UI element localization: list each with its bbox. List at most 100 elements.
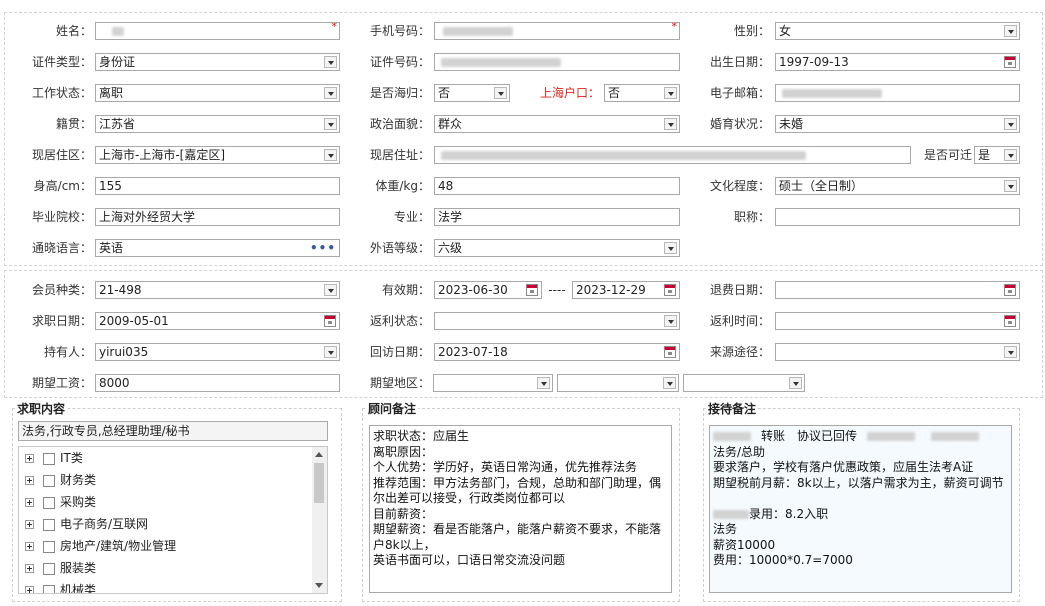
origin-select[interactable]: 江苏省 (95, 115, 340, 133)
expand-icon[interactable] (25, 586, 34, 593)
expand-icon[interactable] (25, 564, 34, 573)
tree-item[interactable]: 房地产/建筑/物业管理 (25, 535, 176, 557)
height-input[interactable]: 155 (95, 177, 340, 195)
holder-select[interactable]: yirui035 (95, 343, 340, 361)
weight-input[interactable]: 48 (434, 177, 680, 195)
source-select[interactable] (775, 343, 1020, 361)
current-address-input[interactable] (434, 146, 911, 164)
expand-icon[interactable] (25, 520, 34, 529)
expand-icon[interactable] (25, 498, 34, 507)
chevron-down-icon[interactable] (789, 377, 802, 389)
weight-value: 48 (438, 179, 454, 193)
political-select[interactable]: 群众 (434, 115, 680, 133)
calendar-icon[interactable] (1004, 284, 1016, 296)
work-status-select[interactable]: 离职 (95, 84, 340, 102)
calendar-icon[interactable] (1004, 56, 1016, 68)
checkbox[interactable] (43, 518, 55, 531)
name-input[interactable]: * (95, 22, 340, 40)
chevron-down-icon[interactable] (1004, 149, 1017, 161)
chevron-down-icon[interactable] (324, 87, 337, 99)
calendar-icon[interactable] (1004, 315, 1016, 327)
chevron-down-icon[interactable] (664, 87, 677, 99)
tree-item[interactable]: 机械类 (25, 579, 96, 593)
language-input[interactable]: 英语 ••• (95, 239, 340, 257)
consultant-notes-textarea[interactable]: 求职状态：应届生 离职原因： 个人优势：学历好，英语日常沟通，优先推荐法务 推荐… (369, 425, 672, 593)
expand-icon[interactable] (25, 454, 34, 463)
expected-area-city-select[interactable] (557, 374, 679, 392)
calendar-icon[interactable] (324, 315, 336, 327)
chevron-down-icon[interactable] (664, 315, 677, 327)
chevron-down-icon[interactable] (537, 377, 550, 389)
birth-date-input[interactable]: 1997-09-13 (775, 53, 1020, 71)
weight-label: 体重/kg： (375, 179, 430, 193)
chevron-down-icon[interactable] (324, 56, 337, 68)
calendar-icon[interactable] (664, 284, 676, 296)
checkbox[interactable] (43, 562, 55, 575)
tree-scrollbar[interactable] (312, 447, 327, 593)
expected-area-province-select[interactable] (433, 374, 553, 392)
expand-icon[interactable] (25, 542, 34, 551)
tree-item[interactable]: 电子商务/互联网 (25, 513, 148, 535)
title-input[interactable] (775, 208, 1020, 226)
chevron-down-icon[interactable] (324, 149, 337, 161)
calendar-icon[interactable] (526, 284, 538, 296)
email-input[interactable] (775, 84, 1020, 102)
checkbox[interactable] (43, 496, 55, 509)
title-label: 职称： (733, 210, 770, 224)
checkbox[interactable] (43, 540, 55, 553)
reception-notes-textarea[interactable]: 转账 协议已回传 法务/总助 要求落户，学校有落户优惠政策，应届生法考A证 期望… (709, 425, 1012, 593)
shanghai-hukou-select[interactable]: 否 (604, 84, 680, 102)
member-type-select[interactable]: 21-498 (95, 281, 340, 299)
id-number-input[interactable] (434, 53, 680, 71)
expected-salary-input[interactable]: 8000 (95, 374, 340, 392)
tree-item[interactable]: 采购类 (25, 491, 96, 513)
scroll-up-icon[interactable] (315, 452, 323, 457)
rebate-status-select[interactable] (434, 312, 680, 330)
chevron-down-icon[interactable] (1004, 25, 1017, 37)
tree-item[interactable]: 财务类 (25, 469, 96, 491)
scroll-down-icon[interactable] (315, 583, 323, 588)
chevron-down-icon[interactable] (324, 284, 337, 296)
language-level-select[interactable]: 六级 (434, 239, 680, 257)
expected-area-district-select[interactable] (683, 374, 805, 392)
valid-from-input[interactable]: 2023-06-30 (434, 281, 542, 299)
checkbox[interactable] (43, 452, 55, 465)
phone-input[interactable]: * (434, 22, 680, 40)
gender-select[interactable]: 女 (775, 22, 1020, 40)
school-input[interactable]: 上海对外经贸大学 (95, 208, 340, 226)
returnee-value: 否 (438, 86, 451, 100)
checkbox[interactable] (43, 474, 55, 487)
chevron-down-icon[interactable] (663, 377, 676, 389)
tree-item[interactable]: IT类 (25, 447, 83, 469)
current-area-select[interactable]: 上海市-上海市-[嘉定区] (95, 146, 340, 164)
chevron-down-icon[interactable] (494, 87, 507, 99)
chevron-down-icon[interactable] (324, 118, 337, 130)
gender-value: 女 (779, 24, 792, 38)
rebate-time-input[interactable] (775, 312, 1020, 330)
job-date-value: 2009-05-01 (99, 314, 169, 328)
chevron-down-icon[interactable] (664, 242, 677, 254)
more-icon[interactable]: ••• (310, 240, 336, 256)
chevron-down-icon[interactable] (1004, 180, 1017, 192)
valid-to-input[interactable]: 2023-12-29 (572, 281, 680, 299)
relocate-select[interactable]: 是 (974, 146, 1020, 164)
id-type-select[interactable]: 身份证 (95, 53, 340, 71)
calendar-icon[interactable] (664, 346, 676, 358)
returnee-select[interactable]: 否 (434, 84, 510, 102)
job-date-input[interactable]: 2009-05-01 (95, 312, 340, 330)
chevron-down-icon[interactable] (1004, 118, 1017, 130)
tree-item[interactable]: 服装类 (25, 557, 96, 579)
chevron-down-icon[interactable] (1004, 346, 1017, 358)
chevron-down-icon[interactable] (664, 118, 677, 130)
scroll-thumb[interactable] (314, 463, 324, 503)
checkbox[interactable] (43, 584, 55, 593)
expand-icon[interactable] (25, 476, 34, 485)
refund-date-input[interactable] (775, 281, 1020, 299)
major-input[interactable]: 法学 (434, 208, 680, 226)
job-content-input[interactable]: 法务,行政专员,总经理助理/秘书 (18, 421, 328, 441)
name-redacted (112, 27, 124, 36)
chevron-down-icon[interactable] (324, 346, 337, 358)
marital-select[interactable]: 未婚 (775, 115, 1020, 133)
education-select[interactable]: 硕士（全日制） (775, 177, 1020, 195)
visit-date-input[interactable]: 2023-07-18 (434, 343, 680, 361)
